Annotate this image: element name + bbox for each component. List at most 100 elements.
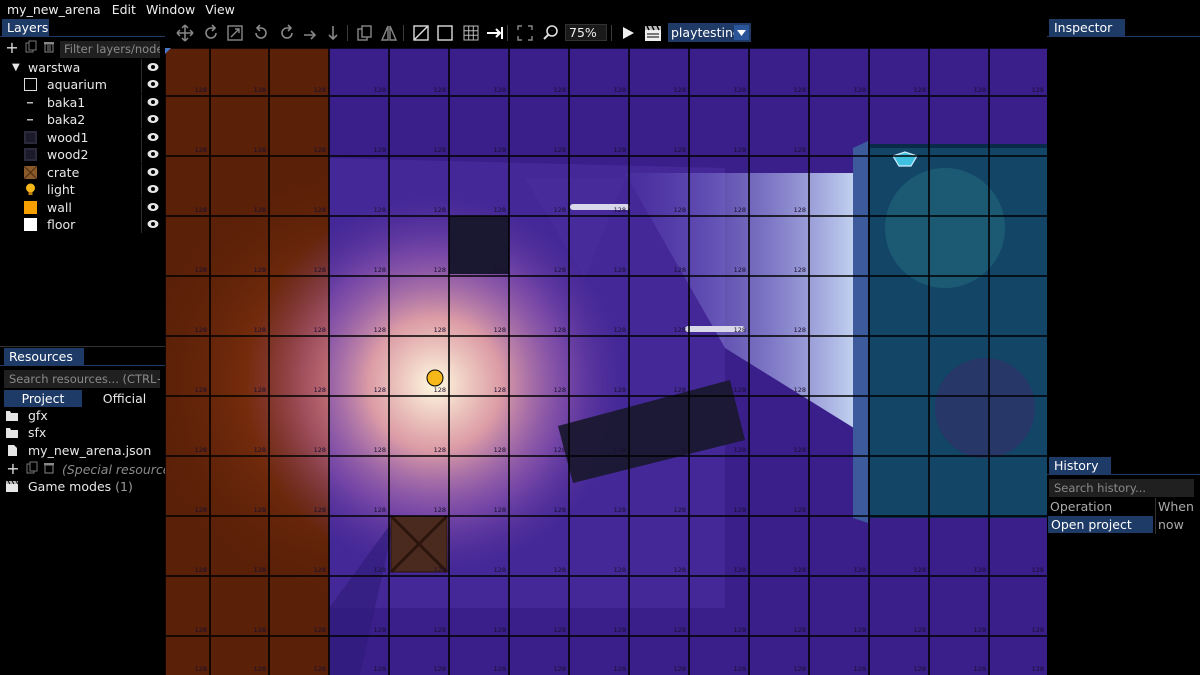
duplicate-icon[interactable] [24, 40, 38, 59]
layer-group-row[interactable]: ▼ warstwa [0, 59, 165, 76]
rotate-icon[interactable] [201, 23, 221, 43]
tile-size-label: 128 [554, 386, 566, 394]
layer-item-floor[interactable]: floor [0, 216, 165, 233]
tile-size-label: 128 [794, 446, 806, 454]
search-resources-input[interactable]: Search resources... (CTRL+ [4, 370, 160, 388]
visibility-eye-icon[interactable] [147, 202, 159, 212]
zoom-level-field[interactable]: 75% [565, 24, 607, 41]
visibility-eye-icon[interactable] [147, 79, 159, 89]
history-tab[interactable]: History [1049, 457, 1111, 474]
clone-icon[interactable] [355, 23, 375, 43]
mode-select[interactable]: playtesting [668, 23, 751, 42]
grid-icon[interactable] [461, 23, 481, 43]
clapperboard-icon[interactable] [643, 23, 663, 43]
rotate-ccw-icon[interactable] [251, 23, 271, 43]
tile-size-label: 128 [1032, 626, 1044, 634]
menu-window[interactable]: Window [141, 0, 200, 19]
tile-size-label: 128 [314, 665, 326, 673]
tile-size-label: 128 [494, 665, 506, 673]
tile-size-label: 128 [195, 446, 207, 454]
move-icon[interactable] [175, 23, 195, 43]
resize-icon[interactable] [225, 23, 245, 43]
add-layer-icon[interactable]: + [5, 39, 19, 57]
visibility-eye-icon[interactable] [147, 62, 159, 72]
tile-size-label: 128 [614, 446, 626, 454]
tile-size-label: 128 [674, 566, 686, 574]
tile-size-label: 128 [434, 206, 446, 214]
layer-item-baka1[interactable]: baka1 [0, 93, 165, 111]
tile-size-label: 128 [374, 86, 386, 94]
visibility-eye-icon[interactable] [147, 149, 159, 159]
tile-size-label: 128 [374, 206, 386, 214]
tile-size-label: 128 [914, 566, 926, 574]
tile-size-label: 128 [734, 506, 746, 514]
visibility-eye-icon[interactable] [147, 132, 159, 142]
dropdown-arrow-icon[interactable] [734, 25, 749, 40]
tile-size-label: 128 [794, 626, 806, 634]
tile-size-label: 128 [374, 266, 386, 274]
tile-size-label: 128 [494, 266, 506, 274]
tile-size-label: 128 [794, 566, 806, 574]
tile-size-label: 128 [734, 86, 746, 94]
tile-size-label: 128 [554, 566, 566, 574]
folder-icon [6, 428, 18, 438]
history-panel: History Search history... Operation When… [1047, 457, 1200, 675]
snap-icon[interactable] [485, 23, 505, 43]
tile-size-label: 128 [195, 506, 207, 514]
folder-icon [6, 411, 18, 421]
visibility-eye-icon[interactable] [147, 167, 159, 177]
tile-size-label: 128 [554, 86, 566, 94]
layer-item-wood2[interactable]: wood2 [0, 146, 165, 163]
tile-size-label: 128 [374, 506, 386, 514]
diagonal-icon[interactable] [411, 23, 431, 43]
zoom-icon[interactable] [541, 23, 561, 43]
menubar: my_new_arena Edit Window View [0, 0, 1200, 19]
layer-item-crate[interactable]: crate [0, 163, 165, 181]
down-arrow-icon[interactable] [325, 23, 345, 43]
add-resource-icon[interactable]: + [6, 460, 20, 478]
visibility-eye-icon[interactable] [147, 97, 159, 107]
tile-size-label: 128 [674, 626, 686, 634]
filter-layers-input[interactable]: Filter layers/node [60, 41, 160, 58]
rectangle-select-icon[interactable] [435, 23, 455, 43]
trash-icon[interactable] [42, 40, 56, 59]
visibility-eye-icon[interactable] [147, 184, 159, 194]
tiny-sprite-thumb-icon [27, 101, 33, 103]
resources-tab[interactable]: Resources [4, 348, 84, 365]
inspector-tab[interactable]: Inspector [1049, 19, 1125, 36]
tab-project[interactable]: Project [4, 390, 82, 407]
dark-tile-thumb-icon [24, 130, 37, 144]
tile-size-label: 128 [314, 386, 326, 394]
tab-official[interactable]: Official [84, 390, 165, 407]
tile-size-label: 128 [374, 446, 386, 454]
search-history-input[interactable]: Search history... [1049, 479, 1194, 497]
visibility-eye-icon[interactable] [147, 114, 159, 124]
layer-item-light[interactable]: light [0, 181, 165, 198]
scene-canvas[interactable]: 128 128 128 128 128 128 128 128 128 128 128 128 128 1… [165, 48, 1047, 675]
play-icon[interactable] [618, 23, 638, 43]
layers-tab[interactable]: Layers [2, 19, 49, 36]
tile-size-label: 128 [254, 626, 266, 634]
layer-item-baka2[interactable]: baka2 [0, 111, 165, 128]
layer-item-wall[interactable]: wall [0, 198, 165, 216]
menu-edit[interactable]: Edit [107, 0, 141, 19]
tile-size-label: 128 [734, 665, 746, 673]
tile-size-label: 128 [614, 206, 626, 214]
layer-item-wood1[interactable]: wood1 [0, 128, 165, 146]
redo-arrow-icon[interactable] [301, 23, 321, 43]
visibility-eye-icon[interactable] [147, 219, 159, 229]
fullscreen-icon[interactable] [515, 23, 535, 43]
layer-item-label: crate [47, 164, 80, 180]
layer-item-aquarium[interactable]: aquarium [0, 76, 165, 93]
menu-view[interactable]: View [200, 0, 240, 19]
history-row-operation[interactable]: Open project [1048, 516, 1153, 533]
expand-triangle-icon[interactable]: ▼ [12, 59, 20, 76]
tile-size-label: 128 [674, 86, 686, 94]
game-modes-label: Game modes (1) [28, 479, 133, 494]
tile-size-label: 128 [854, 626, 866, 634]
empty-square-thumb-icon [24, 78, 37, 91]
rotate-cw-icon[interactable] [277, 23, 297, 43]
tile-size-label: 128 [494, 146, 506, 154]
mirror-icon[interactable] [379, 23, 399, 43]
tile-size-label: 128 [314, 266, 326, 274]
